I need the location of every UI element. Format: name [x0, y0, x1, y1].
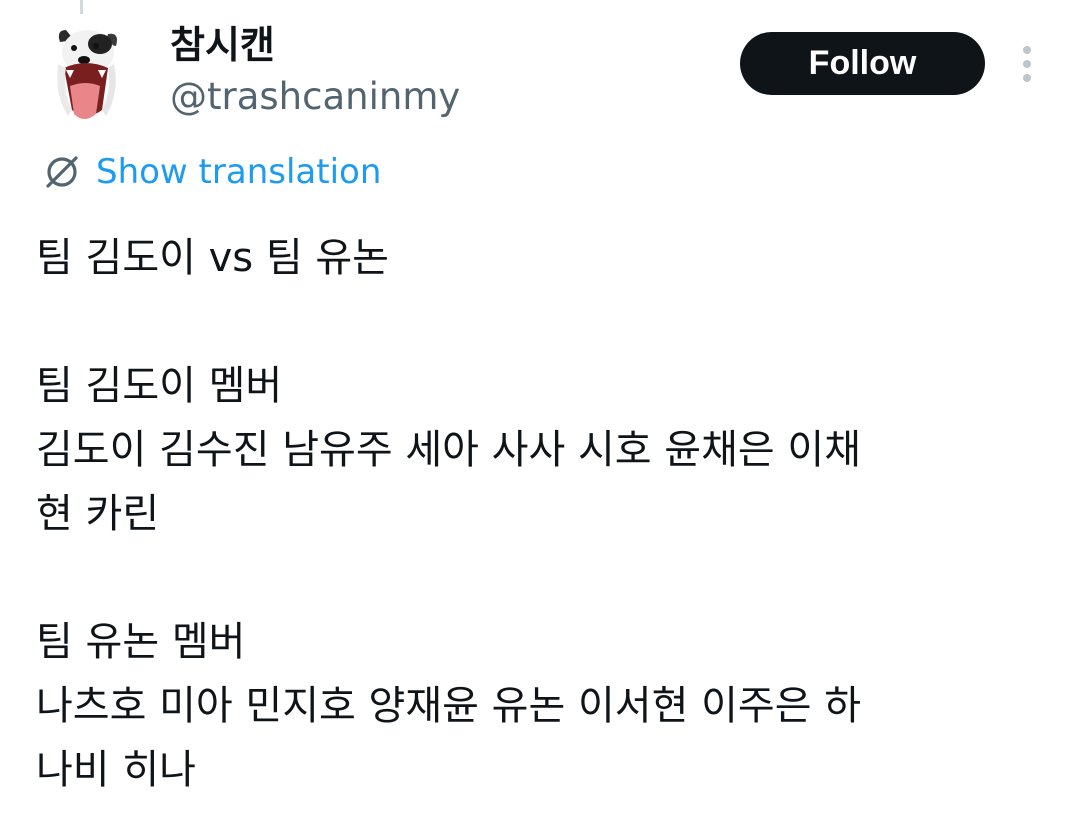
translate-icon [46, 156, 78, 188]
show-translation-link[interactable]: Show translation [42, 150, 381, 194]
tweet-line: 현 카린 [36, 491, 160, 537]
tweet-line: 김도이 김수진 남유주 세아 사사 시호 윤채은 이채 [36, 427, 862, 473]
tweet-line: 나츠호 미아 민지호 양재윤 유논 이서현 이주은 하 [36, 683, 862, 729]
tweet-line: 팀 김도이 vs 팀 유논 [36, 235, 389, 281]
thread-connector-line [80, 0, 83, 14]
tweet-line: 팀 유논 멤버 [36, 619, 246, 665]
author-handle[interactable]: @trashcaninmy [170, 74, 460, 120]
follow-button[interactable]: Follow [740, 32, 985, 95]
tweet-line: 팀 김도이 멤버 [36, 363, 283, 409]
dog-avatar-icon [57, 30, 117, 119]
author-display-name[interactable]: 참시캔 [170, 22, 275, 68]
more-vertical-icon [1023, 46, 1031, 82]
tweet-line: 나비 히나 [36, 747, 196, 793]
avatar[interactable] [50, 24, 124, 126]
tweet-text: 팀 김도이 vs 팀 유논 팀 김도이 멤버 김도이 김수진 남유주 세아 사사… [36, 226, 1036, 802]
show-translation-label: Show translation [96, 152, 382, 192]
more-options-button[interactable] [1010, 44, 1044, 84]
